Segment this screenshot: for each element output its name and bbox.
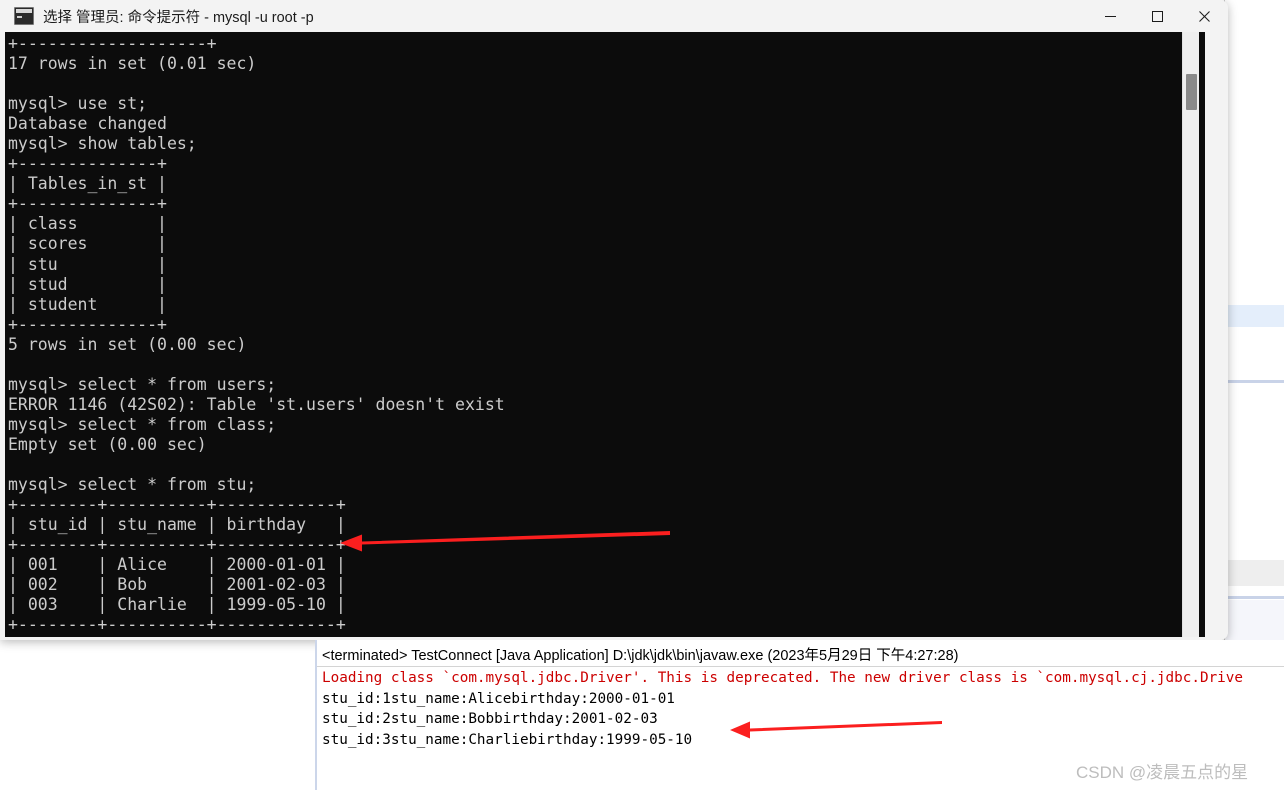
background-rule-line-2 bbox=[1225, 596, 1284, 599]
maximize-button[interactable] bbox=[1134, 0, 1181, 32]
desktop-blank-area bbox=[0, 640, 315, 790]
terminal-screen[interactable]: +-------------------+ 17 rows in set (0.… bbox=[5, 32, 1205, 637]
window-controls bbox=[1087, 0, 1228, 32]
background-rule-line bbox=[1225, 380, 1284, 383]
console-header-divider bbox=[317, 666, 1284, 667]
background-toolbar-band bbox=[1225, 560, 1284, 586]
console-result-line: stu_id:1stu_name:Alicebirthday:2000-01-0… bbox=[322, 690, 675, 707]
terminal-body: +-------------------+ 17 rows in set (0.… bbox=[0, 32, 1228, 640]
command-prompt-window: 选择 管理员: 命令提示符 - mysql -u root -p +------… bbox=[0, 0, 1228, 640]
close-button[interactable] bbox=[1181, 0, 1228, 32]
console-result-line: stu_id:3stu_name:Charliebirthday:1999-05… bbox=[322, 731, 693, 748]
terminal-output-text: +-------------------+ 17 rows in set (0.… bbox=[8, 34, 505, 635]
console-warning-line: Loading class `com.mysql.jdbc.Driver'. T… bbox=[322, 670, 1243, 686]
console-result-line: stu_id:2stu_name:Bobbirthday:2001-02-03 bbox=[322, 711, 658, 728]
window-title: 选择 管理员: 命令提示符 - mysql -u root -p bbox=[43, 9, 314, 26]
terminal-scrollbar[interactable] bbox=[1182, 32, 1199, 637]
minimize-button[interactable] bbox=[1087, 0, 1134, 32]
console-launch-header: <terminated> TestConnect [Java Applicati… bbox=[322, 648, 959, 664]
terminal-scrollbar-thumb[interactable] bbox=[1186, 74, 1197, 110]
console-output-text[interactable]: Loading class `com.mysql.jdbc.Driver'. T… bbox=[322, 668, 1284, 750]
csdn-watermark: CSDN @凌晨五点的星 bbox=[1076, 763, 1249, 782]
background-highlight-band bbox=[1225, 305, 1284, 327]
window-titlebar[interactable]: 选择 管理员: 命令提示符 - mysql -u root -p bbox=[0, 0, 1228, 32]
console-icon bbox=[14, 7, 34, 25]
